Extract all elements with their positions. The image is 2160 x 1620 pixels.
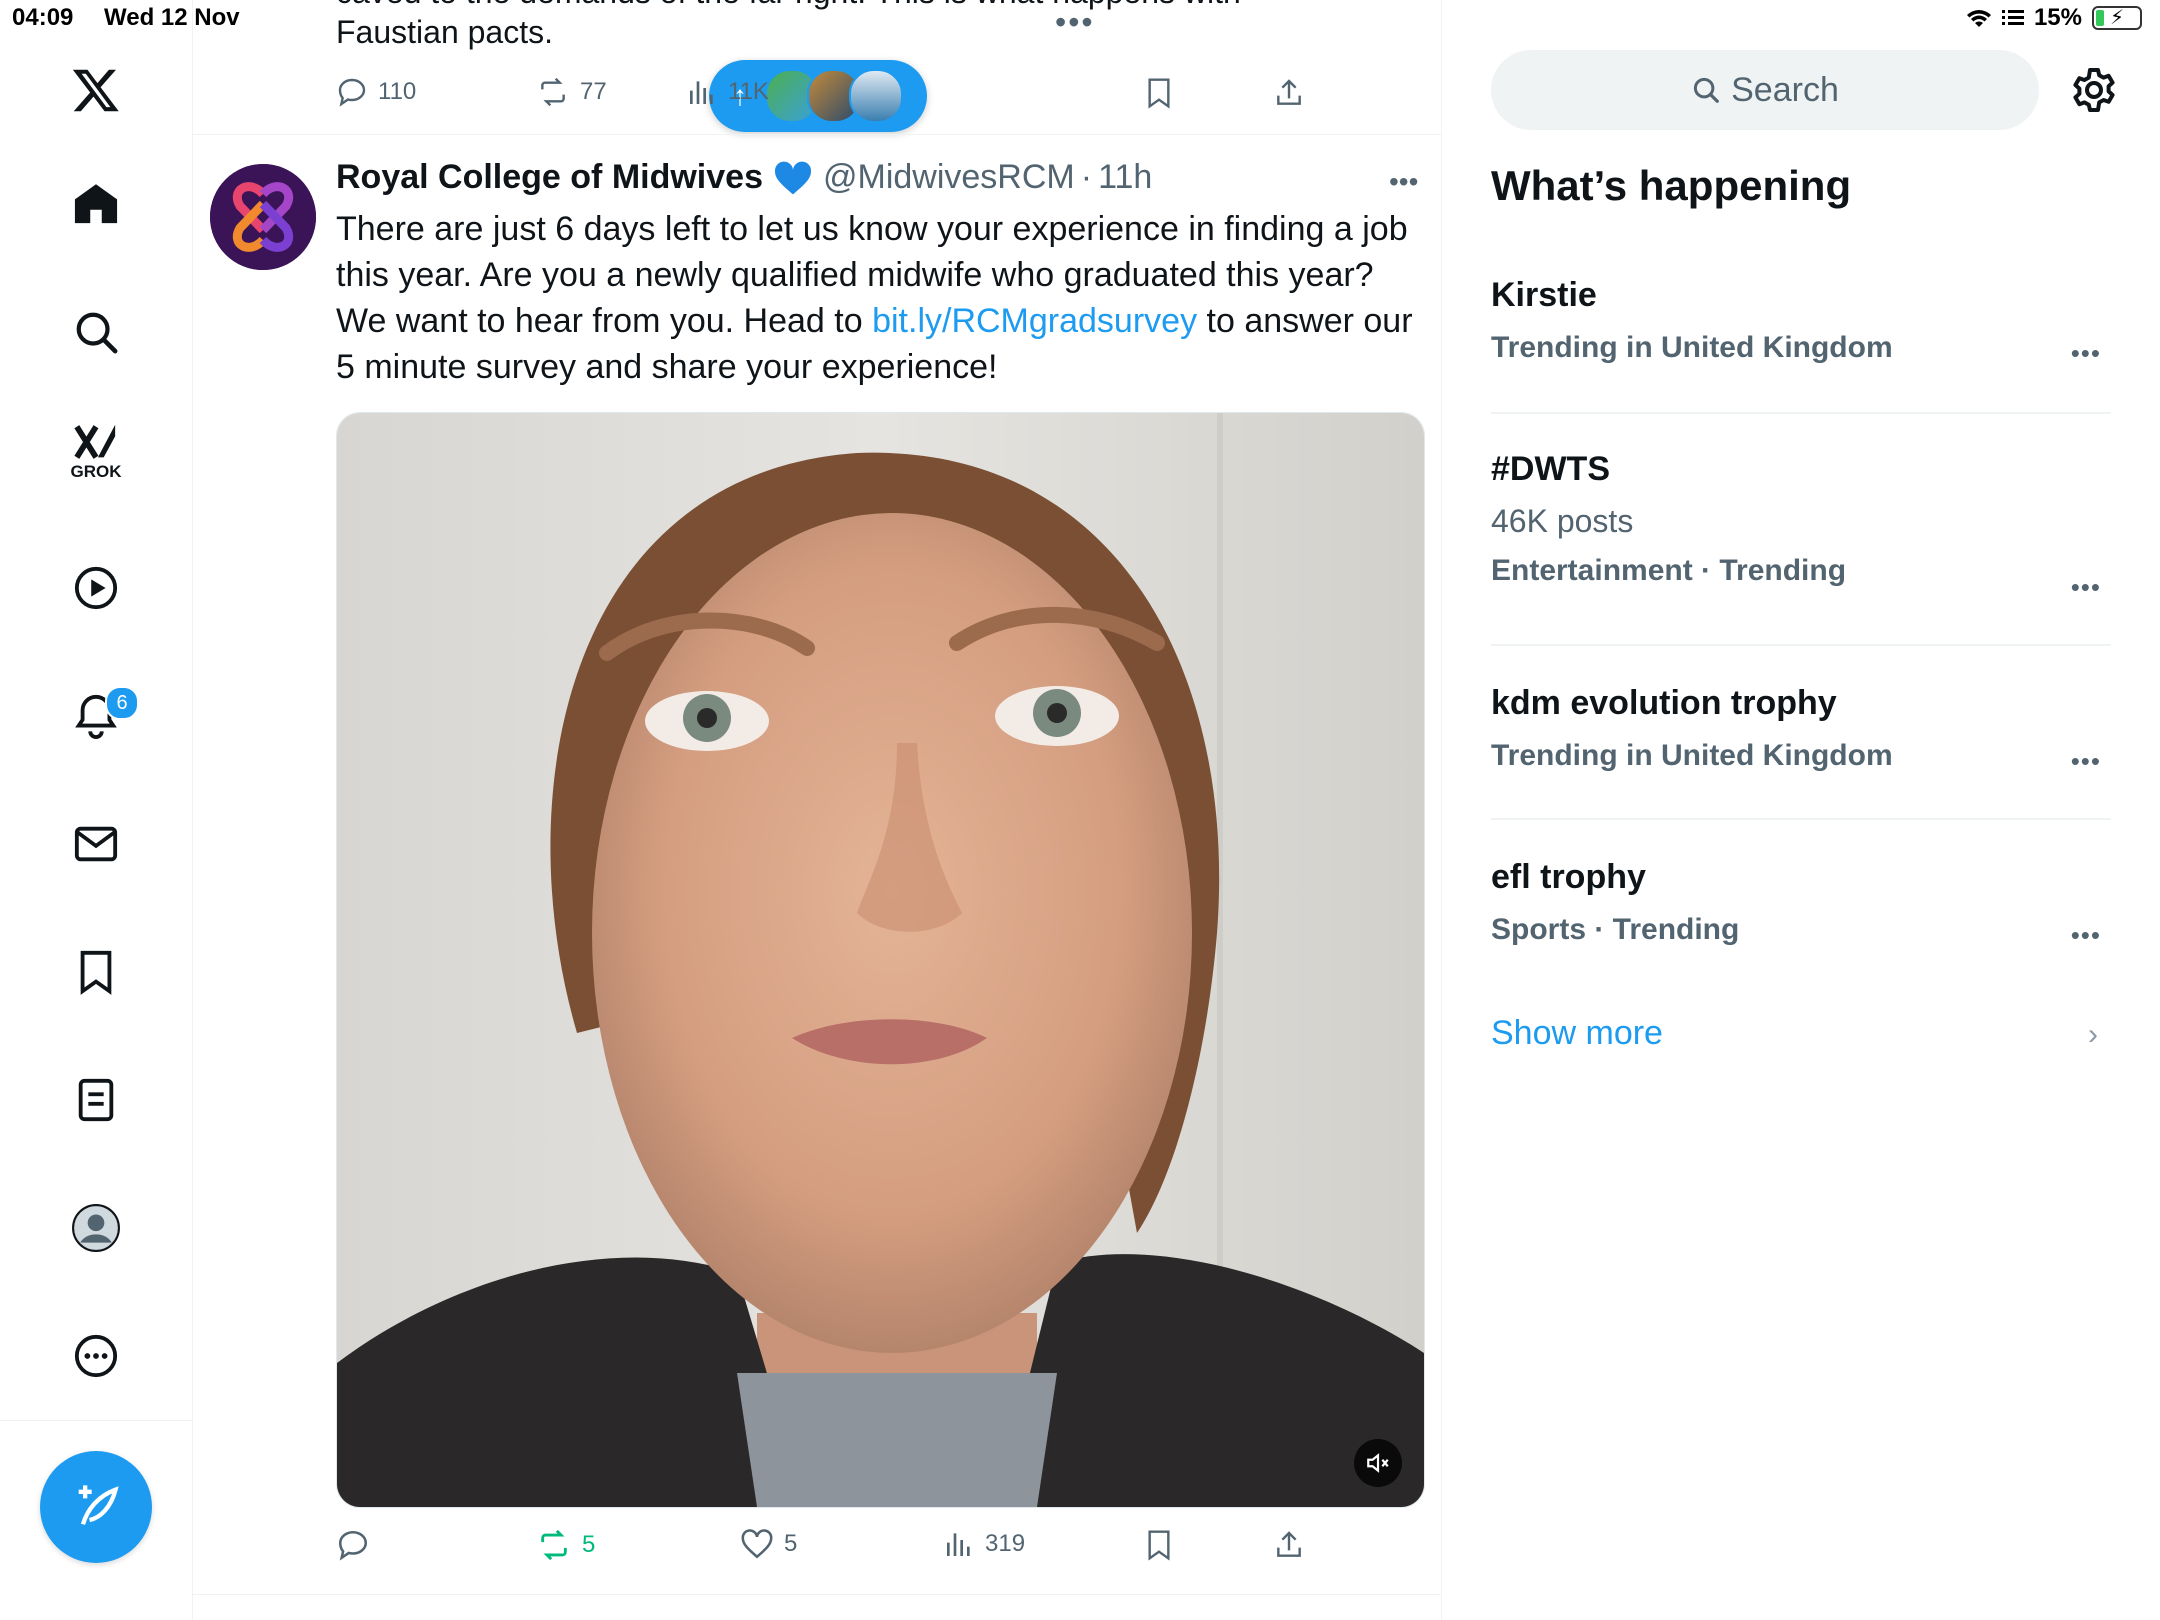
post-link[interactable]: bit.ly/RCMgradsurvey bbox=[872, 302, 1197, 340]
bookmark-icon bbox=[1148, 78, 1170, 109]
trend-title: efl trophy bbox=[1491, 858, 1646, 896]
post-separator bbox=[193, 134, 1441, 135]
trend-meta: Trending in United Kingdom bbox=[1491, 331, 1893, 364]
trend-posts: 46K posts bbox=[1491, 503, 1634, 539]
trend-more-icon[interactable]: ••• bbox=[2071, 572, 2101, 603]
like-button[interactable]: 5 bbox=[740, 1528, 797, 1560]
search-placeholder: Search bbox=[1731, 70, 1839, 109]
trend-divider bbox=[1491, 818, 2111, 820]
lists-icon[interactable] bbox=[64, 1068, 128, 1132]
home-icon[interactable] bbox=[64, 172, 128, 236]
trend-item[interactable]: Kirstie Trending in United Kingdom ••• bbox=[1491, 276, 2111, 368]
reply-icon bbox=[338, 78, 366, 107]
bookmarks-icon[interactable] bbox=[64, 940, 128, 1004]
post-body: There are just 6 days left to let us kno… bbox=[336, 206, 1426, 390]
prev-views-count: 11K bbox=[728, 78, 769, 105]
prev-repost-button[interactable]: 77 bbox=[536, 76, 607, 108]
like-count: 5 bbox=[784, 1530, 798, 1557]
trend-divider bbox=[1491, 644, 2111, 646]
x-logo-icon[interactable] bbox=[64, 58, 128, 122]
repost-button[interactable]: 5 bbox=[536, 1528, 595, 1562]
grok-label: GROK bbox=[70, 462, 122, 481]
video-icon[interactable] bbox=[64, 556, 128, 620]
views-count: 319 bbox=[985, 1530, 1026, 1557]
status-indicators: 15% ⚡ bbox=[1966, 4, 2142, 32]
search-icon bbox=[1694, 77, 1719, 103]
share-icon bbox=[1277, 79, 1301, 105]
search-input[interactable]: Search bbox=[1491, 50, 2039, 130]
muted-speaker-icon bbox=[1367, 1453, 1389, 1473]
prev-repost-count: 77 bbox=[580, 78, 607, 105]
section-title: What’s happening bbox=[1491, 162, 1852, 209]
bookmark-icon bbox=[1148, 1530, 1170, 1561]
drag-handle-icon[interactable]: ••• bbox=[1055, 4, 1095, 41]
mute-toggle-button[interactable] bbox=[1354, 1439, 1402, 1487]
timeline: caved to the demands of the far right. T… bbox=[193, 0, 1442, 1620]
profile-avatar-icon[interactable] bbox=[64, 1196, 128, 1260]
post-header: Royal College of Midwives @MidwivesRCM ·… bbox=[336, 158, 1152, 197]
trend-meta: Entertainment · Trending bbox=[1491, 554, 1847, 587]
post-time[interactable]: 11h bbox=[1098, 158, 1152, 197]
battery-icon: ⚡ bbox=[2092, 6, 2142, 30]
grok-nav-item[interactable]: GROK bbox=[64, 420, 128, 484]
post-separator-dot: · bbox=[1080, 158, 1093, 196]
post-author-name[interactable]: Royal College of Midwives bbox=[336, 158, 763, 197]
show-more-link[interactable]: Show more bbox=[1491, 1014, 1663, 1053]
prev-reply-count: 110 bbox=[378, 78, 417, 105]
prev-share-button[interactable] bbox=[1273, 76, 1305, 110]
views-button[interactable]: 319 bbox=[943, 1528, 1025, 1560]
trend-more-icon[interactable]: ••• bbox=[2071, 920, 2101, 951]
trend-item[interactable]: #DWTS 46K posts Entertainment · Trending… bbox=[1491, 450, 2111, 602]
search-icon[interactable] bbox=[64, 300, 128, 364]
battery-percent: 15% bbox=[2033, 4, 2082, 31]
messages-icon[interactable] bbox=[64, 812, 128, 876]
trend-item[interactable]: kdm evolution trophy Trending in United … bbox=[1491, 684, 2111, 776]
left-navigation: GROK 6 bbox=[0, 0, 193, 1620]
trend-title: Kirstie bbox=[1491, 276, 1597, 314]
trend-more-icon[interactable]: ••• bbox=[2071, 746, 2101, 777]
prev-reply-button[interactable]: 110 bbox=[336, 76, 416, 108]
settings-gear-icon[interactable] bbox=[2070, 66, 2118, 114]
post-handle[interactable]: @MidwivesRCM bbox=[823, 158, 1075, 197]
repost-icon bbox=[541, 1529, 567, 1561]
list-icon bbox=[2001, 10, 2024, 25]
post-more-icon[interactable]: ••• bbox=[1389, 166, 1418, 198]
compose-post-button[interactable] bbox=[40, 1451, 152, 1563]
post-separator bbox=[193, 1594, 1441, 1595]
trend-more-icon[interactable]: ••• bbox=[2071, 338, 2101, 369]
repost-count: 5 bbox=[582, 1531, 596, 1558]
repost-icon bbox=[541, 77, 565, 107]
share-icon bbox=[1277, 1531, 1301, 1557]
previous-post-text: Faustian pacts. bbox=[336, 14, 553, 50]
rcm-avatar[interactable] bbox=[210, 164, 316, 270]
prev-bookmark-button[interactable] bbox=[1143, 76, 1175, 110]
chevron-right-icon[interactable]: › bbox=[2088, 1018, 2098, 1052]
share-button[interactable] bbox=[1273, 1528, 1305, 1562]
views-icon bbox=[690, 81, 713, 104]
trend-title: #DWTS bbox=[1491, 450, 1610, 488]
feather-plus-icon bbox=[78, 1485, 119, 1525]
wifi-icon bbox=[1966, 10, 1991, 27]
nav-divider bbox=[0, 1420, 192, 1421]
trend-divider bbox=[1491, 412, 2111, 414]
more-options-icon[interactable] bbox=[64, 1324, 128, 1388]
post-video[interactable] bbox=[336, 412, 1425, 1508]
trend-meta: Trending in United Kingdom bbox=[1491, 739, 1893, 772]
views-icon bbox=[947, 1533, 970, 1556]
trend-meta: Sports · Trending bbox=[1491, 913, 1740, 946]
bookmark-button[interactable] bbox=[1143, 1528, 1175, 1562]
prev-views[interactable]: 11K bbox=[686, 76, 769, 108]
blue-heart-icon bbox=[774, 161, 812, 194]
trend-item[interactable]: efl trophy Sports · Trending ••• bbox=[1491, 858, 2111, 950]
trend-title: kdm evolution trophy bbox=[1491, 684, 1837, 722]
reply-icon bbox=[338, 1530, 368, 1561]
previous-post-text-cut: caved to the demands of the far right. T… bbox=[336, 0, 1241, 11]
pill-avatar-3 bbox=[849, 69, 903, 123]
heart-icon bbox=[741, 1529, 773, 1559]
notification-badge: 6 bbox=[105, 686, 139, 720]
reply-button[interactable] bbox=[336, 1528, 380, 1562]
grok-icon bbox=[74, 424, 116, 459]
